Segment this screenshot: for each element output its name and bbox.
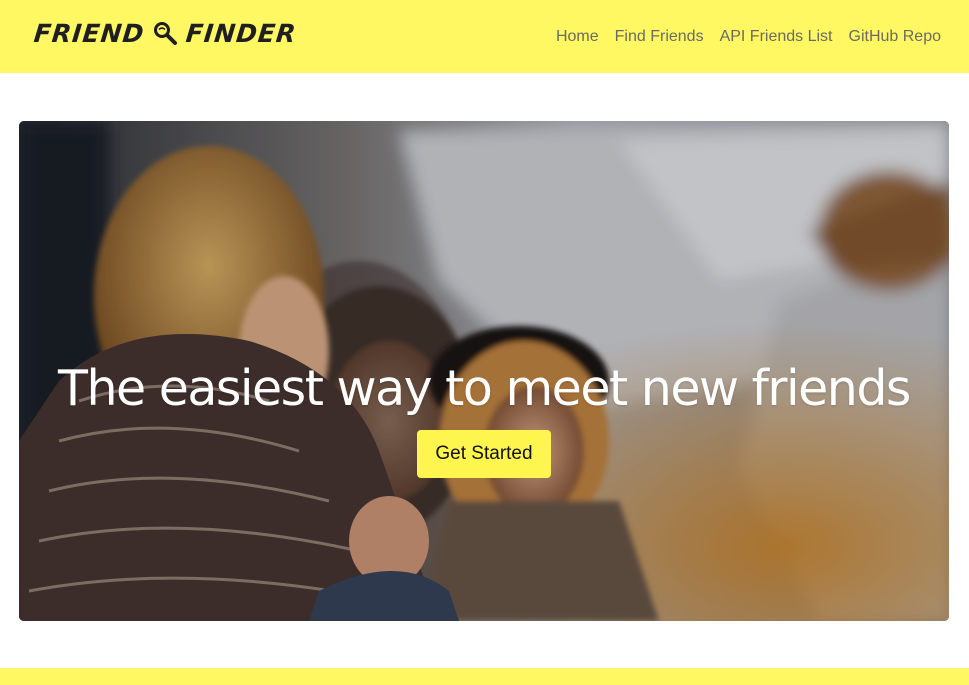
magnifier-icon	[152, 20, 178, 46]
footer-strip	[0, 668, 969, 685]
brand-logo[interactable]: FRIEND FINDER	[32, 16, 299, 50]
main-nav: Home Find Friends API Friends List GitHu…	[556, 26, 941, 48]
hero-banner: The easiest way to meet new friends Get …	[19, 121, 949, 621]
nav-link-home[interactable]: Home	[556, 26, 599, 48]
nav-link-github-repo[interactable]: GitHub Repo	[849, 26, 942, 48]
navbar: FRIEND FINDER Home Find Friends API Frie…	[0, 0, 969, 73]
nav-link-api-friends-list[interactable]: API Friends List	[720, 26, 833, 48]
brand-word-friend: FRIEND	[32, 18, 146, 48]
brand-word-finder: FINDER	[184, 18, 299, 48]
get-started-button[interactable]: Get Started	[417, 430, 551, 478]
nav-link-find-friends[interactable]: Find Friends	[615, 26, 704, 48]
hero-title: The easiest way to meet new friends	[58, 360, 911, 417]
